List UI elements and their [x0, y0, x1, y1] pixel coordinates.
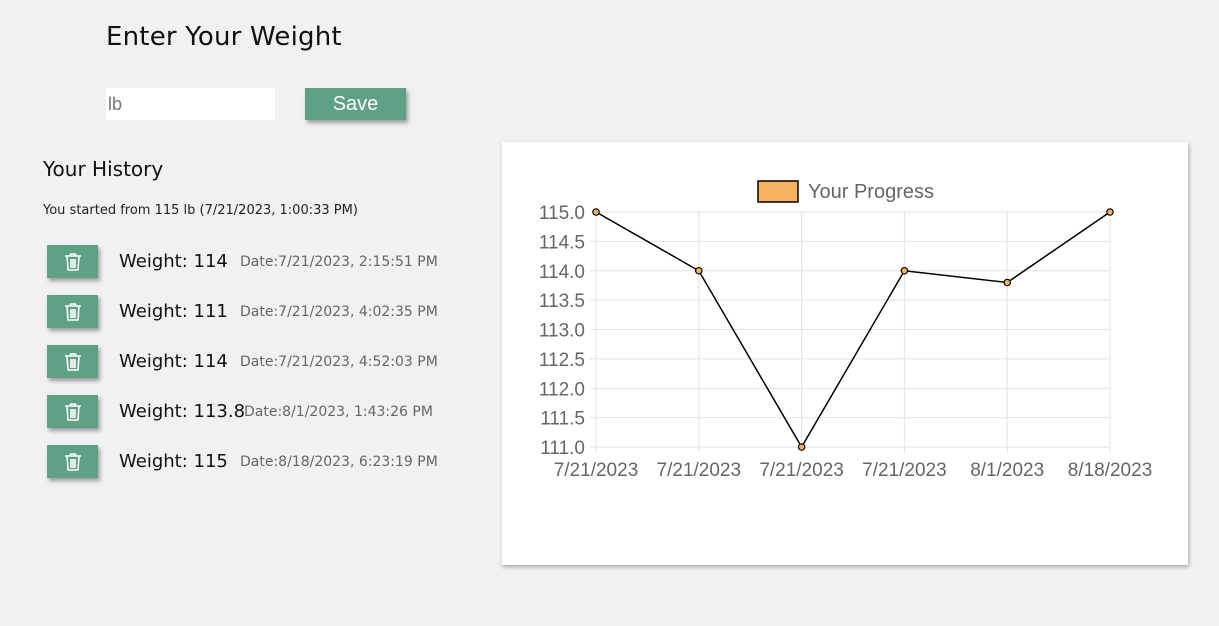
y-tick-label: 113.5 — [539, 291, 585, 312]
data-point — [797, 443, 806, 451]
y-tick-label: 112.5 — [539, 350, 585, 371]
history-row: Weight: 111 Date:7/21/2023, 4:02:35 PM — [47, 295, 467, 329]
delete-button[interactable] — [47, 445, 98, 478]
y-tick-label: 114.5 — [539, 232, 585, 253]
y-tick-label: 115.0 — [539, 203, 585, 224]
trash-icon — [64, 452, 81, 471]
row-date: Date:8/1/2023, 1:43:26 PM — [244, 404, 433, 420]
data-point — [900, 266, 909, 275]
save-button[interactable]: Save — [305, 88, 406, 120]
delete-button[interactable] — [47, 345, 98, 378]
x-tick-label: 7/21/2023 — [759, 460, 844, 481]
history-row: Weight: 113.8 Date:8/1/2023, 1:43:26 PM — [47, 395, 467, 429]
trash-icon — [64, 302, 81, 321]
weight-input[interactable] — [106, 88, 275, 120]
row-date: Date:7/21/2023, 2:15:51 PM — [240, 254, 438, 270]
trash-icon — [64, 352, 81, 371]
trash-icon — [64, 402, 81, 421]
trash-icon — [64, 252, 81, 271]
x-tick-label: 7/21/2023 — [554, 460, 639, 481]
started-text: You started from 115 lb (7/21/2023, 1:00… — [43, 203, 358, 218]
page-title: Enter Your Weight — [106, 22, 342, 52]
row-date: Date:8/18/2023, 6:23:19 PM — [240, 454, 438, 470]
x-tick-label: 8/1/2023 — [970, 460, 1044, 481]
data-point — [592, 208, 600, 216]
legend-label: Your Progress — [808, 181, 934, 203]
row-weight: Weight: 111 — [119, 301, 228, 322]
x-tick-label: 7/21/2023 — [657, 460, 742, 481]
x-tick-label: 8/18/2023 — [1068, 460, 1153, 481]
progress-chart-card: Your Progress 115.0 114.5 114.0 113.5 113.0 1… — [502, 142, 1188, 565]
y-tick-label: 114.0 — [539, 262, 585, 283]
delete-button[interactable] — [47, 295, 98, 328]
history-row: Weight: 114 Date:7/21/2023, 2:15:51 PM — [47, 245, 467, 279]
delete-button[interactable] — [47, 245, 98, 278]
row-date: Date:7/21/2023, 4:52:03 PM — [240, 354, 438, 370]
y-tick-label: 113.0 — [539, 321, 585, 342]
delete-button[interactable] — [47, 395, 98, 428]
history-title: Your History — [43, 157, 164, 181]
row-weight: Weight: 114 — [119, 251, 228, 272]
row-weight: Weight: 113.8 — [119, 401, 246, 422]
legend-swatch — [757, 180, 799, 203]
y-tick-label: 112.0 — [539, 379, 585, 400]
y-tick-label: 111.5 — [540, 409, 585, 430]
data-point — [1106, 208, 1114, 216]
row-date: Date:7/21/2023, 4:02:35 PM — [240, 304, 438, 320]
y-tick-label: 111.0 — [540, 438, 585, 459]
row-weight: Weight: 114 — [119, 351, 228, 372]
row-weight: Weight: 115 — [119, 451, 228, 472]
history-row: Weight: 115 Date:8/18/2023, 6:23:19 PM — [47, 445, 467, 479]
data-point — [1003, 278, 1012, 287]
data-point — [695, 266, 703, 275]
progress-chart: Your Progress 115.0 114.5 114.0 113.5 113.0 1… — [539, 180, 1153, 481]
x-tick-label: 7/21/2023 — [862, 460, 947, 481]
history-row: Weight: 114 Date:7/21/2023, 4:52:03 PM — [47, 345, 467, 379]
